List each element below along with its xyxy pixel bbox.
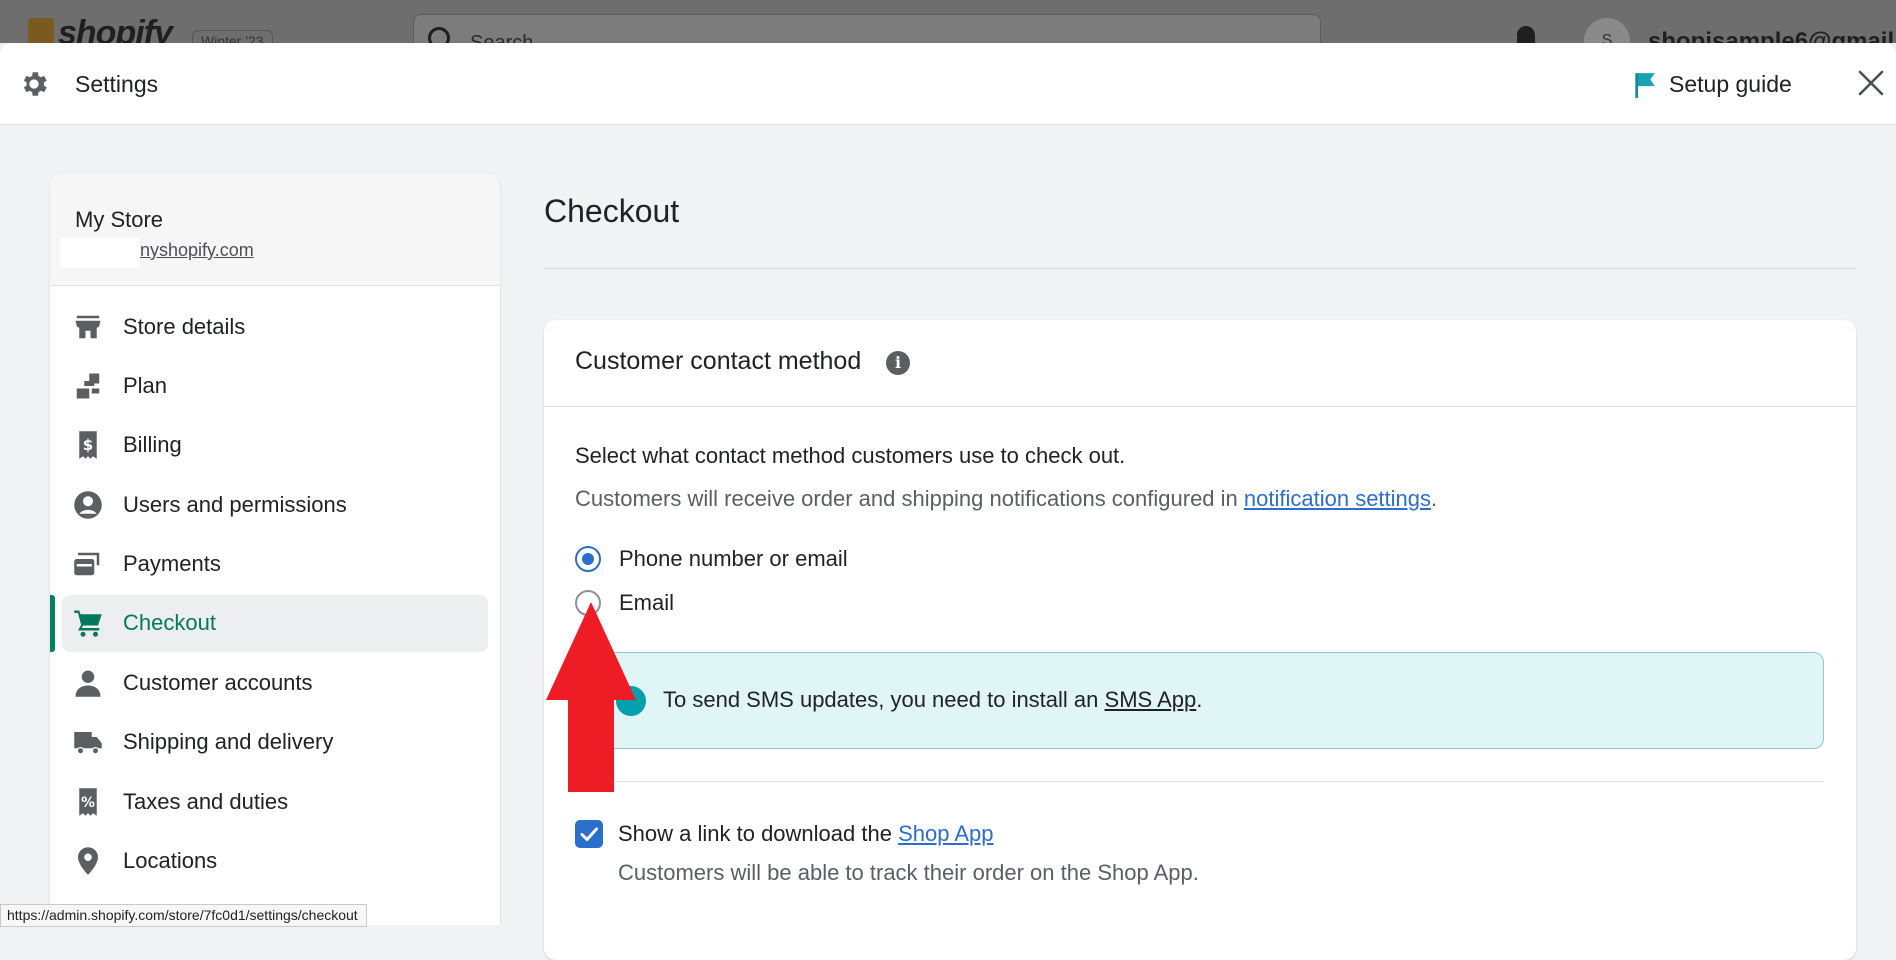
sms-info-banner: To send SMS updates, you need to install… xyxy=(575,652,1824,749)
cart-icon xyxy=(73,608,103,638)
svg-text:$: $ xyxy=(83,436,93,454)
search-placeholder: Search xyxy=(470,32,534,43)
notification-settings-link[interactable]: notification settings xyxy=(1244,486,1431,511)
sidebar-item-taxes[interactable]: % Taxes and duties xyxy=(62,773,488,830)
sidebar-item-label: Customer accounts xyxy=(123,669,313,695)
browser-status-url: https://admin.shopify.com/store/7fc0d1/s… xyxy=(0,904,367,927)
sidebar-item-label: Users and permissions xyxy=(123,491,347,517)
svg-text:%: % xyxy=(81,795,95,811)
title-divider xyxy=(544,268,1856,269)
card-title: Customer contact method xyxy=(575,347,862,375)
logo-text: shopify xyxy=(58,14,173,43)
annotation-arrow-icon xyxy=(546,602,636,792)
gear-icon xyxy=(23,72,47,96)
notification-text: Customers will receive order and shippin… xyxy=(575,486,1244,511)
payments-icon xyxy=(73,549,103,579)
notification-suffix: . xyxy=(1431,486,1438,511)
sidebar-item-label: Plan xyxy=(123,372,168,398)
sidebar-item-store-details[interactable]: Store details xyxy=(62,298,488,355)
search-icon xyxy=(428,27,450,43)
shop-app-label: Show a link to download the Shop App xyxy=(618,821,994,847)
setup-guide-button[interactable]: Setup guide xyxy=(1669,71,1792,98)
shop-app-checkbox[interactable] xyxy=(575,820,603,848)
tax-icon: % xyxy=(73,787,103,817)
radio-phone-or-email[interactable]: Phone number or email xyxy=(575,546,848,572)
notification-description: Customers will receive order and shippin… xyxy=(575,486,1437,512)
customer-contact-card: Customer contact method i Select what co… xyxy=(544,320,1856,960)
bell-icon[interactable] xyxy=(1517,26,1535,43)
modal-title: Settings xyxy=(75,71,159,97)
banner-text: To send SMS updates, you need to install… xyxy=(663,687,1202,713)
user-circle-icon xyxy=(73,490,103,520)
sidebar-item-label: Locations xyxy=(123,848,218,874)
sidebar-item-users[interactable]: Users and permissions xyxy=(62,476,488,533)
shop-app-help-text: Customers will be able to track their or… xyxy=(618,860,1199,885)
radio-button-checked[interactable] xyxy=(575,546,601,572)
sidebar-item-shipping[interactable]: Shipping and delivery xyxy=(62,714,488,771)
truck-icon xyxy=(73,727,103,757)
close-icon[interactable] xyxy=(1856,68,1886,98)
settings-sidebar: My Store nyshopify.com Store details Pla… xyxy=(50,174,500,925)
modal-header: Settings Setup guide xyxy=(0,43,1896,125)
sidebar-item-payments[interactable]: Payments xyxy=(62,536,488,593)
checkmark-icon xyxy=(580,827,598,841)
sidebar-item-checkout[interactable]: Checkout xyxy=(50,594,488,652)
store-icon xyxy=(73,312,103,342)
banner-message: To send SMS updates, you need to install… xyxy=(663,687,1105,712)
banner-suffix: . xyxy=(1196,687,1203,712)
redacted-url-mask xyxy=(60,238,140,268)
card-header: Customer contact method i xyxy=(544,320,1856,407)
avatar[interactable]: S xyxy=(1584,18,1630,43)
section-divider xyxy=(575,781,1824,782)
sidebar-item-label: Payments xyxy=(123,551,221,577)
info-icon[interactable]: i xyxy=(886,351,910,375)
store-url-link[interactable]: nyshopify.com xyxy=(140,240,254,261)
radio-label: Phone number or email xyxy=(619,546,848,571)
sidebar-item-plan[interactable]: Plan xyxy=(62,357,488,414)
sidebar-item-label: Checkout xyxy=(123,610,216,636)
user-email[interactable]: shopisample6@gmail.c xyxy=(1648,28,1896,43)
sidebar-item-label: Shipping and delivery xyxy=(123,729,334,755)
admin-topbar: shopify Winter '23 Search S shopisample6… xyxy=(0,0,1896,43)
page-title: Checkout xyxy=(544,193,680,229)
store-name: My Store xyxy=(75,207,164,232)
sidebar-item-customer-accounts[interactable]: Customer accounts xyxy=(62,654,488,711)
sidebar-item-locations[interactable]: Locations xyxy=(62,833,488,890)
shopify-logo: shopify xyxy=(28,14,173,43)
sidebar-item-label: Billing xyxy=(123,432,182,458)
sidebar-item-label: Taxes and duties xyxy=(123,788,289,814)
shop-app-label-text: Show a link to download the xyxy=(618,821,899,846)
version-badge: Winter '23 xyxy=(192,30,273,43)
shop-app-link[interactable]: Shop App xyxy=(898,821,993,846)
flag-icon xyxy=(1635,73,1655,98)
location-pin-icon xyxy=(73,846,103,876)
sidebar-item-label: Store details xyxy=(123,313,246,339)
sms-app-link[interactable]: SMS App xyxy=(1105,687,1197,712)
shopify-bag-icon xyxy=(28,18,54,43)
store-info: My Store nyshopify.com xyxy=(50,174,500,286)
person-icon xyxy=(73,668,103,698)
billing-icon: $ xyxy=(73,430,103,460)
admin-search-bar[interactable]: Search xyxy=(413,14,1321,43)
settings-nav: Store details Plan $ Billing Users and p… xyxy=(50,286,500,890)
card-description: Select what contact method customers use… xyxy=(575,443,1126,468)
plan-icon xyxy=(73,371,103,401)
sidebar-item-billing[interactable]: $ Billing xyxy=(62,417,488,474)
